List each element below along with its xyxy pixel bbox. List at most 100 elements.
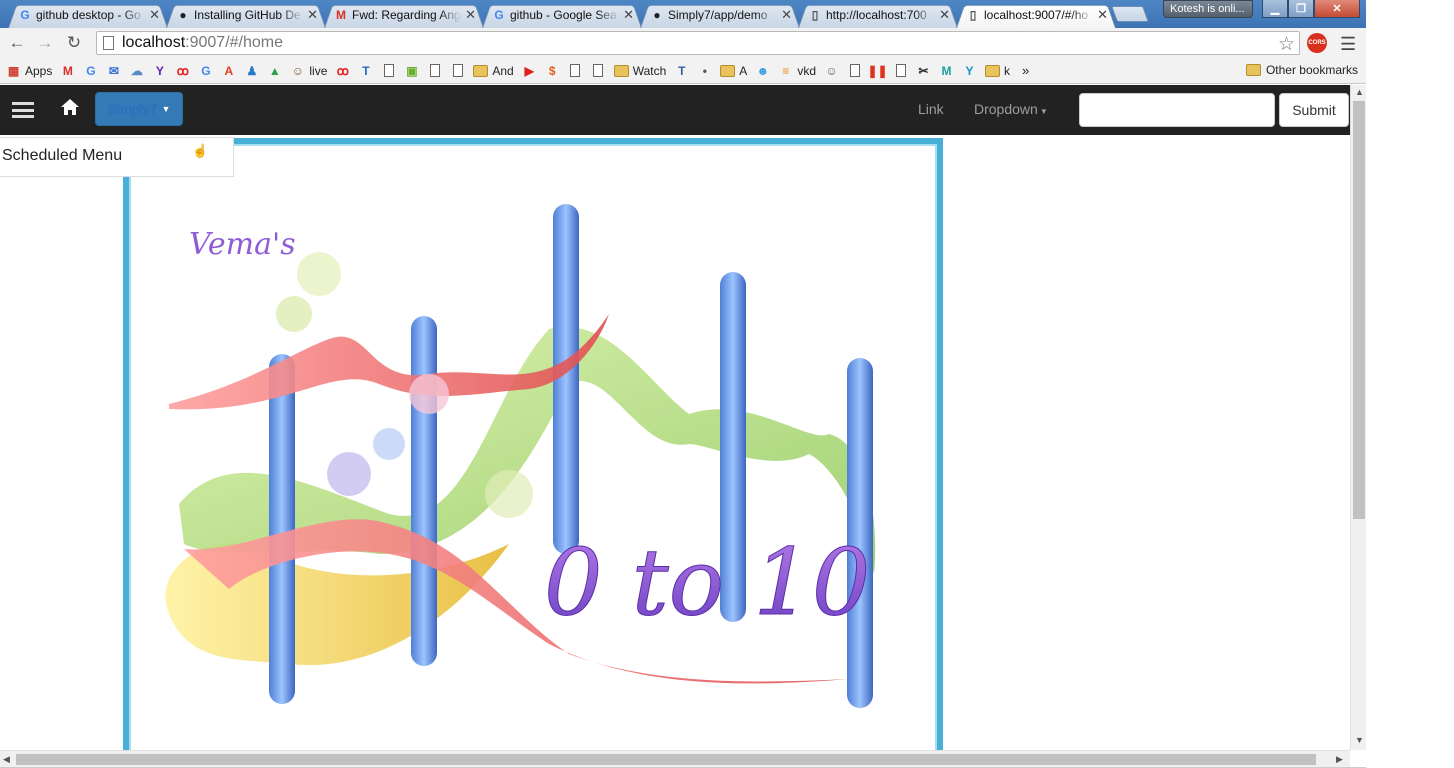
forward-arrow-icon[interactable]: → <box>34 32 56 54</box>
bookmark-item[interactable]: M <box>60 63 75 78</box>
close-tab-icon[interactable]: ✕ <box>307 7 318 23</box>
bookmark-item[interactable]: ☻ <box>755 63 770 78</box>
bookmark-item[interactable]: ☺ <box>824 63 839 78</box>
back-arrow-icon[interactable]: ← <box>6 32 28 54</box>
apps-icon: ▦ <box>7 63 20 78</box>
profile-badge[interactable]: Kotesh is onli... <box>1163 0 1253 18</box>
bookmark-item[interactable] <box>893 63 908 78</box>
close-tab-icon[interactable]: ✕ <box>465 7 476 23</box>
other-bookmarks[interactable]: Other bookmarks <box>1245 63 1358 77</box>
new-tab-button[interactable] <box>1111 6 1149 22</box>
horizontal-scroll-thumb[interactable] <box>16 754 1316 765</box>
bookmark-item[interactable]: $ <box>545 63 560 78</box>
close-tab-icon[interactable]: ✕ <box>1097 7 1108 23</box>
bookmark-item[interactable]: A <box>720 63 747 78</box>
bookmark-item[interactable]: ≡ vkd <box>778 63 816 78</box>
browser-tab[interactable]: ▯ http://localhost:700 ✕ <box>798 2 958 29</box>
bookmark-item[interactable]: ❚❚ <box>867 63 887 78</box>
bookmark-item[interactable]: ☺ live <box>290 63 328 78</box>
bookmark-item[interactable]: M <box>939 63 954 78</box>
video-icon: ▣ <box>406 63 418 78</box>
browser-tab[interactable]: ▯ localhost:9007/#/ho ✕ <box>956 2 1116 29</box>
browser-tab[interactable]: ● Simply7/app/demo ✕ <box>640 2 800 29</box>
nav-dropdown[interactable]: Dropdown ▼ <box>974 101 1048 117</box>
bookmark-item[interactable] <box>381 63 396 78</box>
artwork-signature: Vema's <box>189 227 296 262</box>
close-tab-icon[interactable]: ✕ <box>623 7 634 23</box>
browser-tab[interactable]: M Fwd: Regarding Ang ✕ <box>324 2 484 29</box>
bookmark-item[interactable]: Y <box>152 63 167 78</box>
bookmark-item[interactable]: Y <box>962 63 977 78</box>
bookmark-item[interactable]: Watch <box>613 63 667 78</box>
artwork-caption: 0 to 10 <box>544 529 870 636</box>
bookmark-item[interactable]: ▶ <box>522 63 537 78</box>
scroll-left-icon[interactable]: ◀ <box>3 754 10 765</box>
bookmark-item[interactable]: ✉ <box>106 63 121 78</box>
bookmark-item[interactable]: • <box>697 63 712 78</box>
minimize-button[interactable]: ▁ <box>1262 0 1288 18</box>
maximize-button[interactable]: ❐ <box>1288 0 1314 18</box>
bookmark-item[interactable]: G <box>198 63 213 78</box>
browser-tab[interactable]: ● Installing GitHub De ✕ <box>166 2 326 29</box>
bookmark-item[interactable] <box>427 63 442 78</box>
scroll-down-icon[interactable]: ▼ <box>1355 735 1364 745</box>
avatar-icon: ☺ <box>291 63 304 78</box>
bookmark-item[interactable]: G <box>83 63 98 78</box>
bookmark-item[interactable]: ꝏ <box>335 63 350 78</box>
bookmark-item[interactable] <box>568 63 583 78</box>
close-window-button[interactable]: ✕ <box>1314 0 1360 18</box>
tab-title: github desktop - Go <box>36 8 141 22</box>
bookmark-item[interactable]: T <box>358 63 373 78</box>
github-icon: ● <box>653 8 661 22</box>
bookmark-item[interactable] <box>450 63 465 78</box>
bookmark-item[interactable]: ꝏ <box>175 63 190 78</box>
bookmark-item[interactable]: T <box>674 63 689 78</box>
scroll-up-icon[interactable]: ▲ <box>1355 87 1364 97</box>
bookmark-item[interactable]: A <box>221 63 236 78</box>
bookmark-item[interactable]: ▲ <box>267 63 282 78</box>
artwork-frame: Vema's 0 to 10 <box>123 138 943 750</box>
chrome-menu-icon[interactable]: ☰ <box>1340 34 1356 55</box>
google-icon: G <box>20 8 30 22</box>
brand-dropdown-button[interactable]: Simply7 ▼ <box>95 92 183 126</box>
cors-extension-icon[interactable]: CORS <box>1307 33 1327 53</box>
caret-down-icon: ▼ <box>1039 107 1048 116</box>
sidebar-toggle-list-icon[interactable] <box>10 99 36 121</box>
close-tab-icon[interactable]: ✕ <box>939 7 950 23</box>
page-icon <box>381 63 396 78</box>
browser-tab[interactable]: Ggithub - Google Sea ✕ <box>482 2 642 29</box>
reload-icon[interactable]: ↻ <box>63 32 85 54</box>
scroll-right-icon[interactable]: ▶ <box>1336 754 1343 765</box>
page-icon: ▯ <box>811 8 819 22</box>
nav-link[interactable]: Link <box>918 101 944 117</box>
bookmark-item[interactable]: And <box>473 63 514 78</box>
tab-title: Fwd: Regarding Ang <box>352 8 461 22</box>
search-input[interactable] <box>1079 93 1275 127</box>
bookmarks-overflow-chevron[interactable]: » <box>1022 63 1029 78</box>
browser-tab[interactable]: Ggithub desktop - Go ✕ <box>8 2 168 29</box>
bookmark-item[interactable]: ☁ <box>129 63 144 78</box>
folder-icon <box>1245 64 1261 76</box>
close-tab-icon[interactable]: ✕ <box>781 7 792 23</box>
bookmark-star-icon[interactable]: ☆ <box>1278 33 1295 56</box>
brand-label: Simply7 <box>107 101 158 117</box>
address-bar[interactable]: localhost:9007/#/home ☆ <box>96 31 1300 55</box>
bookmark-item[interactable] <box>591 63 606 78</box>
submit-button[interactable]: Submit <box>1279 93 1349 127</box>
vertical-scrollbar[interactable]: ▲ ▼ <box>1350 85 1366 750</box>
bookmark-item[interactable]: ▣ <box>404 63 419 78</box>
page-icon <box>427 63 442 78</box>
vertical-scroll-thumb[interactable] <box>1353 101 1365 519</box>
folder-icon <box>720 63 736 78</box>
bookmark-item[interactable]: ✂ <box>916 63 931 78</box>
other-bookmarks-label: Other bookmarks <box>1265 63 1358 77</box>
bookmark-item[interactable]: ▦ Apps <box>6 63 53 78</box>
m-icon: M <box>941 63 952 78</box>
bookmark-item[interactable]: ♟ <box>244 63 259 78</box>
horizontal-scrollbar[interactable]: ◀ ▶ <box>0 750 1350 767</box>
bookmark-label: Watch <box>632 63 667 78</box>
home-icon[interactable] <box>60 98 80 122</box>
bookmark-item[interactable]: k <box>985 63 1010 78</box>
bookmark-item[interactable] <box>847 63 862 78</box>
close-tab-icon[interactable]: ✕ <box>149 7 160 23</box>
